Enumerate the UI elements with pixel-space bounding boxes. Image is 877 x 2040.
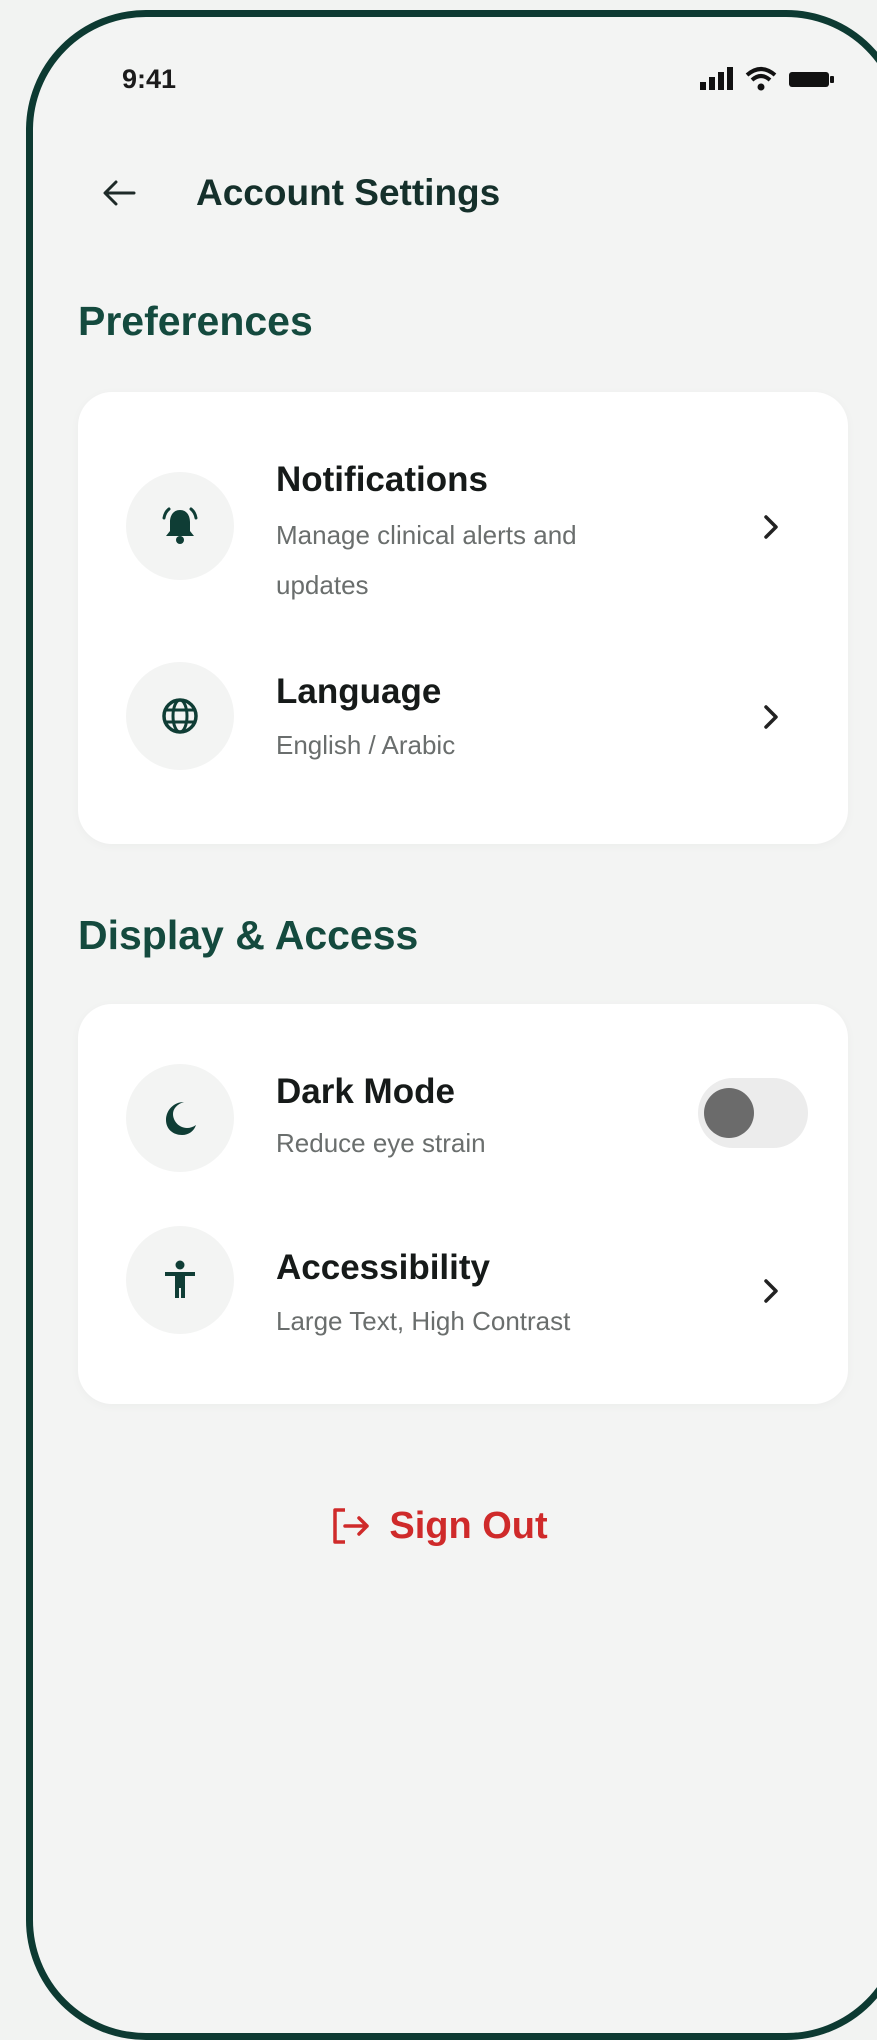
row-title: Notifications [276,460,488,499]
chevron-right-icon [764,1279,778,1303]
header: Account Settings [0,150,877,240]
settings-row-notifications[interactable]: Notifications Manage clinical alerts and… [78,392,848,632]
status-icons [700,66,840,92]
bell-icon [162,507,198,544]
section-title-display-access: Display & Access [78,912,419,958]
moon-icon-circle [126,1064,234,1172]
battery-icon [789,72,834,87]
row-subtitle-line2: updates [276,570,369,600]
accessibility-icon-circle [126,1226,234,1334]
status-bar: 9:41 [0,0,877,160]
sign-out-label: Sign Out [389,1505,548,1547]
settings-row-dark-mode: Dark Mode Reduce eye strain [78,1004,848,1204]
preferences-card: Notifications Manage clinical alerts and… [78,392,848,844]
dark-mode-toggle[interactable] [698,1078,808,1148]
wifi-icon [745,67,777,91]
accessibility-icon [165,1260,195,1298]
page-title: Account Settings [196,172,501,213]
sign-out-button[interactable]: Sign Out [0,1500,877,1560]
chevron-right-icon [764,705,778,729]
bell-icon-circle [126,472,234,580]
moon-icon [166,1102,196,1135]
globe-icon [162,698,198,734]
display-access-card: Dark Mode Reduce eye strain Accessibilit… [78,1004,848,1404]
row-title: Dark Mode [276,1072,455,1111]
row-subtitle: Manage clinical alerts and [276,520,577,550]
section-title-preferences: Preferences [78,298,313,344]
signal-icon [700,67,733,90]
row-subtitle: Reduce eye strain [276,1128,486,1158]
globe-icon-circle [126,662,234,770]
status-time: 9:41 [122,64,177,94]
row-subtitle: Large Text, High Contrast [276,1306,571,1336]
back-arrow-icon[interactable] [98,172,140,214]
settings-row-accessibility[interactable]: Accessibility Large Text, High Contrast [78,1204,848,1404]
chevron-right-icon [764,515,778,539]
toggle-knob [704,1088,754,1138]
row-title: Language [276,672,442,711]
settings-row-language[interactable]: Language English / Arabic [78,632,848,844]
row-title: Accessibility [276,1248,490,1287]
row-subtitle: English / Arabic [276,730,456,760]
sign-out-icon [333,1508,370,1544]
